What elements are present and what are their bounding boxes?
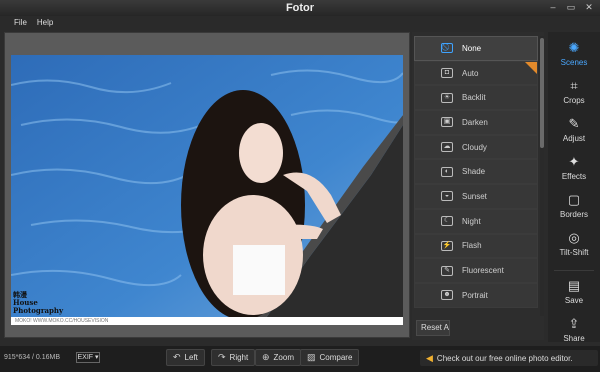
scene-label: Sunset <box>462 191 487 201</box>
scene-flash[interactable]: ⚡ Flash <box>414 233 538 259</box>
photo-canvas: 韩漫 House Photography MOKO! WWW.MOKO.CC/H… <box>4 32 410 338</box>
scene-shade[interactable]: ◐ Shade <box>414 159 538 185</box>
tool-label: Tilt-Shift <box>559 248 589 257</box>
flash-icon: ⚡ <box>441 240 453 251</box>
scene-label: Fluorescent <box>462 266 504 276</box>
tool-scenes[interactable]: ✺ Scenes <box>548 36 600 76</box>
rotate-left-button[interactable]: ↶ Left <box>166 349 205 366</box>
online-editor-promo[interactable]: ◀ Check out our free online photo editor… <box>420 350 598 366</box>
tool-strip: ✺ Scenes ⌗ Crops ✎ Adjust ✦ Effects ▢ Bo… <box>548 32 600 343</box>
scene-label: Shade <box>462 167 486 177</box>
fluorescent-icon: ✎ <box>441 265 453 276</box>
backlit-icon: ☀ <box>441 92 453 103</box>
title-bar: Fotor – ▭ ✕ <box>0 0 600 16</box>
compare-icon: ▨ <box>307 352 316 362</box>
save-icon: ▤ <box>567 278 581 293</box>
menu-bar: File Help <box>0 16 600 30</box>
tool-borders[interactable]: ▢ Borders <box>548 188 600 228</box>
button-label: Left <box>184 353 198 362</box>
scenes-icon: ✺ <box>568 40 580 55</box>
tool-divider <box>554 270 594 271</box>
zoom-button[interactable]: ⊕ Zoom <box>255 349 301 366</box>
scene-label: Night <box>462 216 481 226</box>
exif-button[interactable]: EXIF ▾ <box>76 352 100 363</box>
scene-auto[interactable]: ◘ Auto <box>414 60 538 86</box>
effects-icon: ✦ <box>568 154 580 169</box>
scene-label: Flash <box>462 241 482 251</box>
tool-label: Share <box>563 334 585 343</box>
pro-badge-icon <box>525 61 537 74</box>
image-info: 915*634 / 0.16MB <box>4 354 61 361</box>
close-icon[interactable]: ✕ <box>582 2 596 13</box>
scenes-panel: ⃠ None ◘ Auto ☀ Backlit ▣ Darken ☁ Cloud… <box>412 32 544 340</box>
scene-sunset[interactable]: ◒ Sunset <box>414 184 538 209</box>
tool-label: Adjust <box>562 134 586 143</box>
scenes-scrollbar[interactable] <box>540 36 544 316</box>
shade-icon: ◐ <box>441 166 453 177</box>
status-bar: 915*634 / 0.16MB EXIF ▾ ↶ Left ↷ Right ⊕… <box>0 346 600 372</box>
scene-night[interactable]: ☾ Night <box>414 208 538 234</box>
scene-label: Darken <box>462 117 488 127</box>
scene-cloudy[interactable]: ☁ Cloudy <box>414 134 538 160</box>
menu-help[interactable]: Help <box>37 16 53 30</box>
megaphone-icon: ◀ <box>426 352 433 363</box>
scene-fluorescent[interactable]: ✎ Fluorescent <box>414 258 538 283</box>
menu-file[interactable]: File <box>14 16 27 30</box>
scene-darken[interactable]: ▣ Darken <box>414 110 538 135</box>
none-icon: ⃠ <box>441 43 453 54</box>
scene-label: Auto <box>462 68 479 78</box>
tool-tilt-shift[interactable]: ◎ Tilt-Shift <box>548 226 600 266</box>
tool-label: Effects <box>561 172 587 181</box>
tool-adjust[interactable]: ✎ Adjust <box>548 112 600 152</box>
darken-icon: ▣ <box>441 117 453 128</box>
adjust-icon: ✎ <box>568 116 580 131</box>
window-controls: – ▭ ✕ <box>546 2 596 13</box>
photo-watermark: 韩漫 House Photography <box>13 290 64 315</box>
share-icon: ⇪ <box>568 316 580 331</box>
scene-backlit[interactable]: ☀ Backlit <box>414 85 538 111</box>
tool-label: Crops <box>563 96 585 105</box>
scene-label: Cloudy <box>462 142 487 152</box>
tool-save[interactable]: ▤ Save <box>548 274 600 314</box>
zoom-icon: ⊕ <box>262 352 270 362</box>
photo-preview[interactable]: 韩漫 House Photography MOKO! WWW.MOKO.CC/H… <box>11 55 403 325</box>
photo-caption: MOKO! WWW.MOKO.CC/HOUSEVISION <box>11 317 403 325</box>
tool-effects[interactable]: ✦ Effects <box>548 150 600 190</box>
button-label: Zoom <box>273 353 294 362</box>
borders-icon: ▢ <box>567 192 581 207</box>
tool-label: Save <box>564 296 584 305</box>
crop-icon: ⌗ <box>570 78 578 93</box>
app-title: Fotor <box>285 2 315 14</box>
tool-label: Borders <box>559 210 588 219</box>
photo-image <box>11 55 403 325</box>
rotate-right-button[interactable]: ↷ Right <box>211 349 256 366</box>
button-label: Right <box>229 353 249 362</box>
sunset-icon: ◒ <box>441 191 453 202</box>
scene-none[interactable]: ⃠ None <box>414 36 538 61</box>
compare-button[interactable]: ▨ Compare <box>300 349 360 366</box>
scrollbar-thumb[interactable] <box>540 38 544 148</box>
scene-list: ⃠ None ◘ Auto ☀ Backlit ▣ Darken ☁ Cloud… <box>414 36 538 308</box>
scene-label: Portrait <box>462 290 488 300</box>
rotate-right-icon: ↷ <box>218 352 226 362</box>
button-label: Compare <box>319 353 353 362</box>
maximize-icon[interactable]: ▭ <box>564 2 578 13</box>
scene-label: Backlit <box>462 93 486 103</box>
scene-portrait[interactable]: ☻ Portrait <box>414 282 538 308</box>
minimize-icon[interactable]: – <box>546 2 560 13</box>
moon-icon: ☾ <box>441 216 453 227</box>
tool-crops[interactable]: ⌗ Crops <box>548 74 600 114</box>
tilt-shift-icon: ◎ <box>568 230 580 245</box>
promo-text: Check out our free online photo editor. <box>436 353 573 363</box>
rotate-left-icon: ↶ <box>173 352 181 362</box>
reset-all-button[interactable]: Reset All <box>416 320 450 336</box>
tool-label: Scenes <box>560 58 588 67</box>
scene-label: None <box>462 43 482 53</box>
camera-icon: ◘ <box>441 68 453 79</box>
portrait-icon: ☻ <box>441 290 453 301</box>
cloud-icon: ☁ <box>441 142 453 153</box>
